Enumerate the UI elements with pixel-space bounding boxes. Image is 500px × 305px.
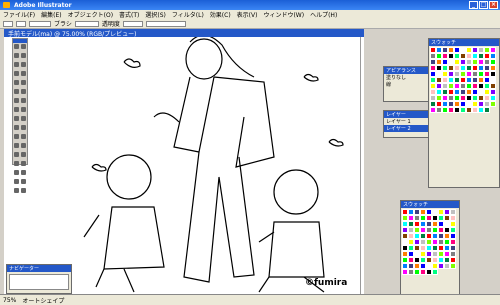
tool-icon[interactable] [21,44,26,49]
tool-icon[interactable] [21,107,26,112]
menu-item[interactable]: 効果(C) [210,10,231,19]
tool-icon[interactable] [14,179,19,184]
tool-icon[interactable] [21,53,26,58]
tool-icon[interactable] [14,44,19,49]
swatches-panel-bottom: スウォッチ [400,200,460,295]
stroke-weight-field[interactable] [29,20,51,27]
color-swatch[interactable] [490,101,496,107]
tool-icon[interactable] [14,89,19,94]
navigator-panel-title[interactable]: ナビゲーター [7,265,71,272]
tool-icon[interactable] [14,125,19,130]
menu-item[interactable]: 書式(T) [119,10,139,19]
maximize-button[interactable]: □ [479,1,488,9]
tool-icon[interactable] [21,161,26,166]
tool-icon[interactable] [14,62,19,67]
toolbox-panel [12,38,28,193]
opacity-field[interactable] [122,20,143,27]
tool-icon[interactable] [21,152,26,157]
tool-readout: オートシェイプ [22,297,65,305]
line-art-illustration [83,34,344,293]
control-bar: ブラシ 透明度 [0,19,500,29]
artboard-boundary [360,37,361,294]
tool-icon[interactable] [21,80,26,85]
menu-item[interactable]: ウィンドウ(W) [263,10,304,19]
document-tab[interactable]: 手前モデル(ma) @ 75.00% (RGB/プレビュー) [4,29,364,38]
navigator-panel: ナビゲーター [6,264,72,294]
color-swatch[interactable] [432,269,438,275]
tool-icon[interactable] [21,143,26,148]
tool-icon[interactable] [21,71,26,76]
tool-icon[interactable] [14,116,19,121]
illustrator-app-icon [3,2,10,8]
tool-icon[interactable] [14,170,19,175]
artboard-canvas[interactable] [4,34,364,294]
swatches-panel-title[interactable]: スウォッチ [429,39,499,46]
tool-icon[interactable] [14,134,19,139]
style-select[interactable] [145,20,186,27]
tool-icon[interactable] [21,170,26,175]
swatches-panel-bottom-title[interactable]: スウォッチ [401,201,459,208]
tool-icon[interactable] [14,80,19,85]
navigator-preview[interactable] [9,274,69,290]
tool-icon[interactable] [21,179,26,184]
menu-item[interactable]: ヘルプ(H) [310,10,337,19]
menu-item[interactable]: ファイル(F) [3,10,35,19]
tool-icon[interactable] [21,134,26,139]
tool-icon[interactable] [14,107,19,112]
tool-icon[interactable] [14,161,19,166]
tool-icon[interactable] [14,152,19,157]
brush-label: ブラシ [54,21,72,28]
tool-icon[interactable] [21,98,26,103]
tool-icon[interactable] [21,89,26,94]
fill-color-box[interactable] [3,20,13,27]
swatches-panel-top: スウォッチ [428,38,500,188]
tool-icon[interactable] [21,62,26,67]
menu-item[interactable]: 選択(S) [145,10,166,19]
menu-item[interactable]: オブジェクト(O) [68,10,113,19]
tool-icon[interactable] [14,143,19,148]
window-title: Adobe Illustrator [14,1,72,9]
tool-icon[interactable] [21,125,26,130]
menu-item[interactable]: 編集(E) [41,10,61,19]
zoom-readout[interactable]: 75% [3,297,16,304]
color-swatch[interactable] [484,107,490,113]
artwork-credit: ©fumira [305,278,348,288]
close-button[interactable]: × [489,1,498,9]
brush-select[interactable] [74,20,99,27]
stroke-color-box[interactable] [16,20,26,27]
opacity-label: 透明度 [101,21,120,28]
color-swatch[interactable] [450,263,456,269]
minimize-button[interactable]: _ [469,1,478,9]
menu-item[interactable]: 表示(V) [237,10,258,19]
tool-icon[interactable] [21,188,26,193]
tool-icon[interactable] [14,71,19,76]
tool-icon[interactable] [14,98,19,103]
menu-item[interactable]: フィルタ(L) [172,10,204,19]
status-bar: 75% オートシェイプ [0,294,500,305]
window-titlebar: Adobe Illustrator _ □ × [0,0,500,10]
tool-icon[interactable] [14,188,19,193]
tool-icon[interactable] [14,53,19,58]
menu-bar: ファイル(F) 編集(E) オブジェクト(O) 書式(T) 選択(S) フィルタ(L) 効果… [0,10,500,19]
window-controls: _ □ × [469,1,498,9]
tool-icon[interactable] [21,116,26,121]
